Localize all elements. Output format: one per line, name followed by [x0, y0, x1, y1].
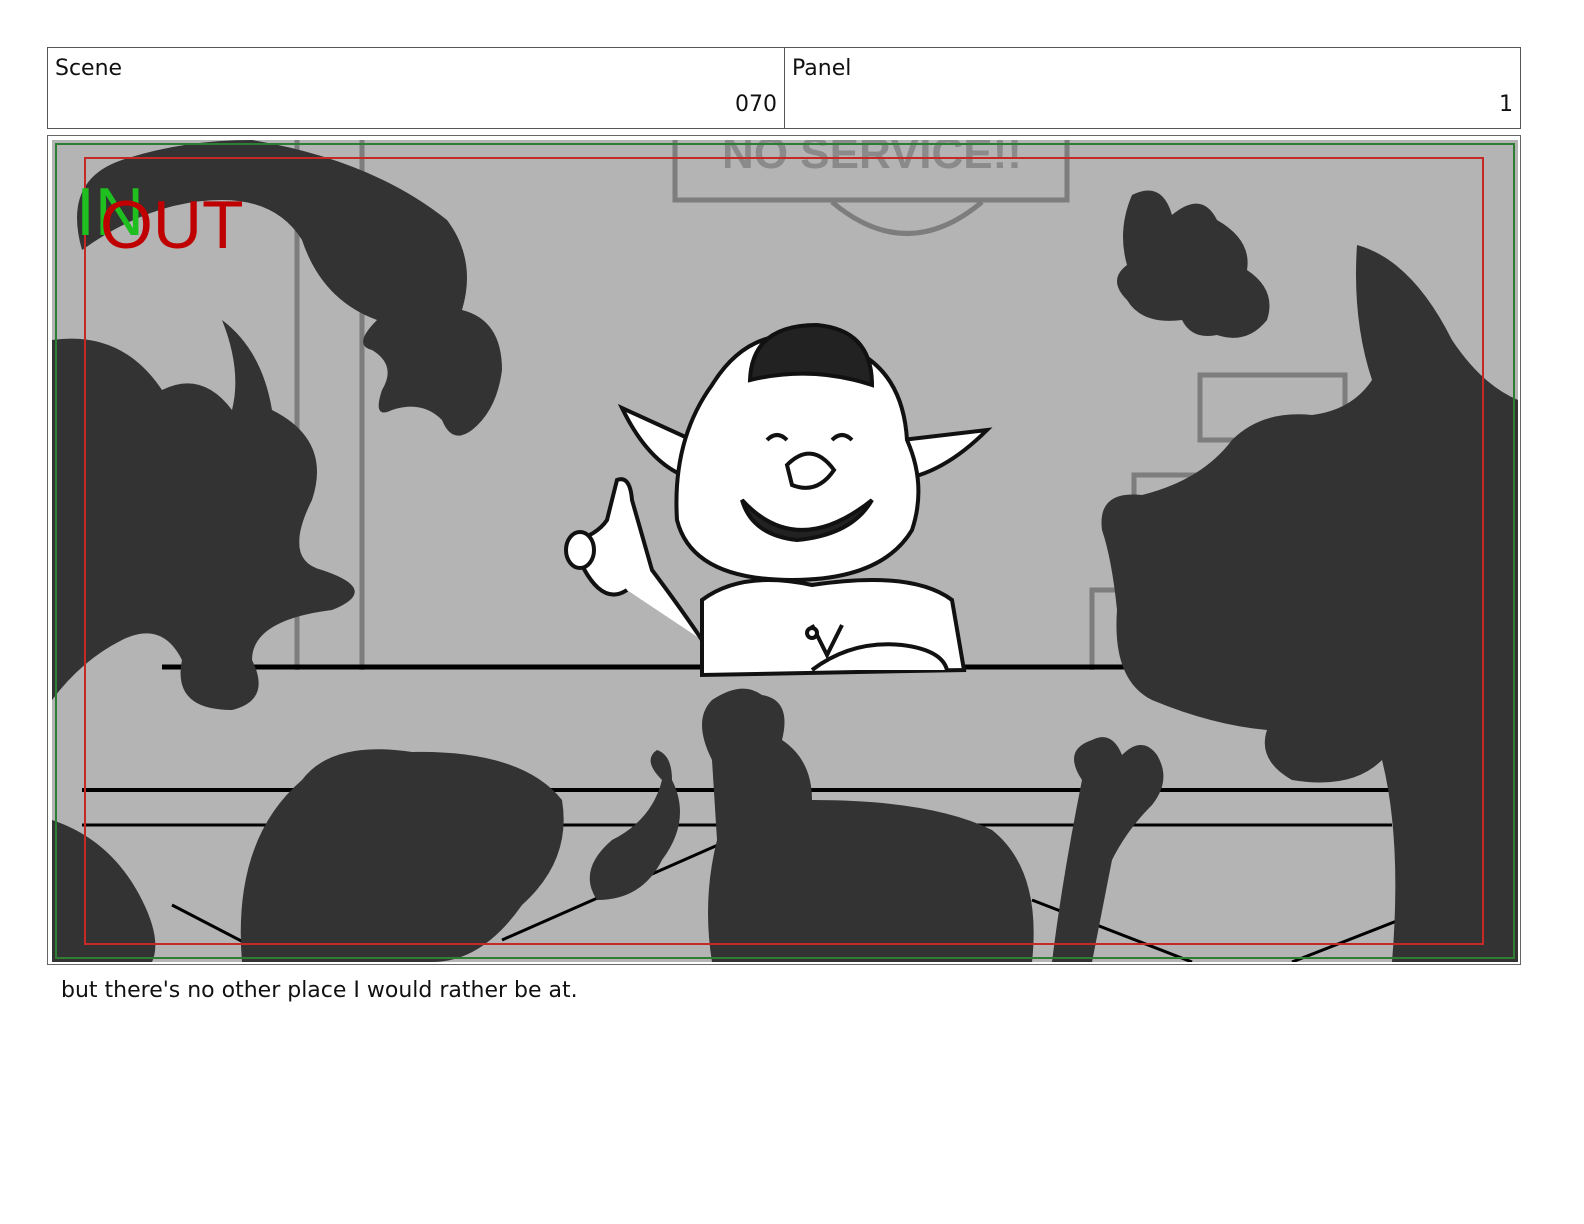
storyboard-frame: NO SERVICE!! IN OUT: [47, 135, 1521, 965]
dialogue-caption: but there's no other place I would rathe…: [61, 978, 578, 1003]
scene-label: Scene: [55, 56, 123, 81]
clerk-hand: [564, 530, 596, 570]
panel-number: 1: [1499, 92, 1513, 117]
panel-header: Scene 070 Panel 1: [47, 47, 1521, 129]
scene-cell: Scene 070: [48, 48, 785, 128]
storyboard-drawing: NO SERVICE!! IN OUT: [52, 140, 1518, 962]
panel-cell: Panel 1: [785, 48, 1520, 128]
out-marker: OUT: [100, 187, 244, 263]
panel-label: Panel: [792, 56, 852, 81]
scene-number: 070: [735, 92, 777, 117]
clerk-button: [805, 626, 819, 640]
